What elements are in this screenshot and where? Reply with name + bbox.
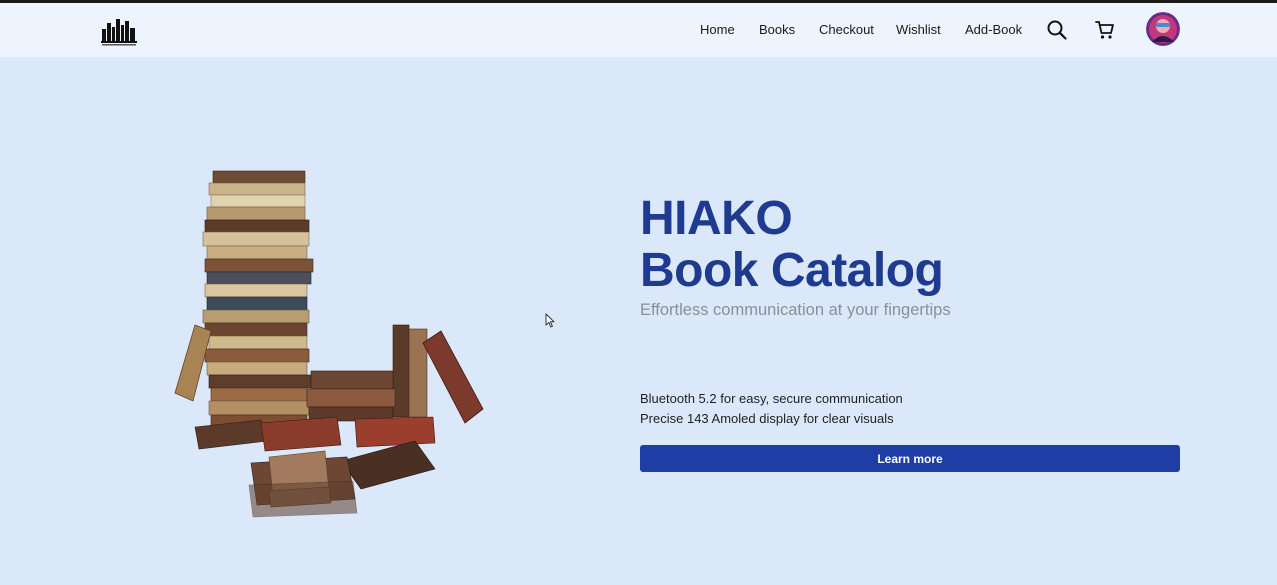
user-avatar[interactable] [1146,12,1180,46]
feature-item: Bluetooth 5.2 for easy, secure communica… [640,391,903,406]
nav-checkout[interactable]: Checkout [819,22,874,37]
mouse-cursor-icon [545,313,555,328]
navbar: Home Books Checkout Wishlist Add-Book [0,3,1277,57]
main-nav: Home Books Checkout Wishlist Add-Book [0,3,1277,57]
hero-title-line1: HIAKO [640,192,793,245]
stacked-books-illustration [165,165,495,580]
nav-books[interactable]: Books [759,22,795,37]
learn-more-button[interactable]: Learn more [640,445,1180,472]
hero-subtitle: Effortless communication at your fingert… [640,301,951,319]
feature-item: Precise 143 Amoled display for clear vis… [640,411,894,426]
search-icon[interactable] [1046,19,1068,41]
hero-section: HIAKO Book Catalog Effortless communicat… [0,57,1277,557]
cart-icon[interactable] [1094,19,1116,41]
nav-add-book[interactable]: Add-Book [965,22,1022,37]
hero-title-line2: Book Catalog [640,244,944,297]
nav-wishlist[interactable]: Wishlist [896,22,941,37]
nav-home[interactable]: Home [700,22,735,37]
